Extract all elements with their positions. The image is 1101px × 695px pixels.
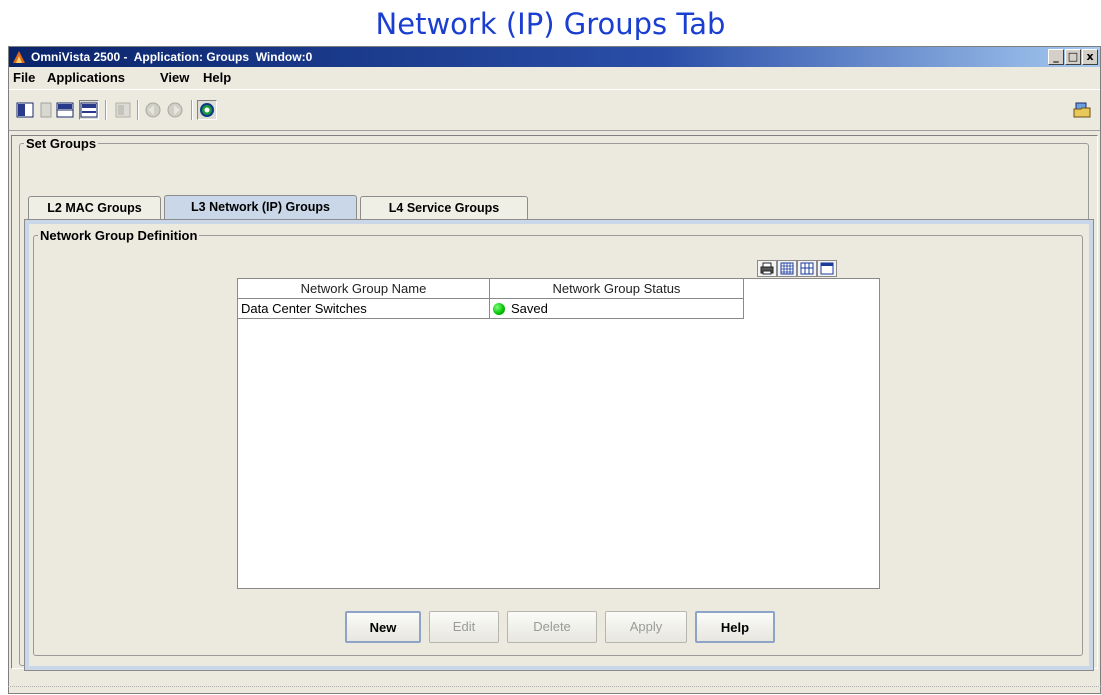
toolbar-separator: [137, 100, 139, 120]
panel-icon[interactable]: [36, 100, 56, 120]
open-folder-icon[interactable]: [1072, 100, 1092, 120]
columns-icon[interactable]: [797, 260, 817, 277]
print-icon[interactable]: [757, 260, 777, 277]
disabled-panel-icon[interactable]: [113, 100, 133, 120]
table-header-row: Network Group Name Network Group Status: [238, 279, 744, 299]
split-horizontal-alt-icon[interactable]: [79, 100, 99, 120]
grid-icon[interactable]: [777, 260, 797, 277]
tab-l2-mac-groups[interactable]: L2 MAC Groups: [28, 196, 161, 219]
back-arrow-icon[interactable]: [143, 100, 163, 120]
menu-applications[interactable]: Applications: [47, 70, 125, 85]
minimize-button[interactable]: _: [1048, 49, 1064, 65]
status-ok-icon: [493, 303, 505, 315]
toolbar-separator: [191, 100, 193, 120]
edit-button[interactable]: Edit: [429, 611, 499, 643]
network-group-definition-legend: Network Group Definition: [40, 228, 198, 243]
close-button[interactable]: x: [1082, 49, 1098, 65]
status-text: Saved: [511, 301, 548, 316]
network-groups-table: Network Group Name Network Group Status …: [237, 278, 880, 589]
menu-bar: File Applications View Help: [9, 67, 1100, 89]
toolbar: [9, 89, 1100, 131]
window-title: OmniVista 2500 - Application: Groups Win…: [31, 50, 313, 64]
tab-strip: L2 MAC Groups L3 Network (IP) Groups L4 …: [28, 195, 548, 220]
table-icon[interactable]: [817, 260, 837, 277]
refresh-icon[interactable]: [197, 100, 217, 120]
toolbar-separator: [105, 100, 107, 120]
cell-group-status[interactable]: Saved: [489, 298, 744, 319]
split-vertical-icon[interactable]: [15, 100, 35, 120]
tab-l3-network-ip-groups[interactable]: L3 Network (IP) Groups: [164, 195, 357, 220]
table-row[interactable]: Data Center Switches Saved: [238, 298, 744, 319]
network-groups-grid: Network Group Name Network Group Status …: [238, 279, 744, 319]
table-toolbar: [757, 260, 837, 278]
column-header-name[interactable]: Network Group Name: [238, 279, 490, 299]
split-horizontal-icon[interactable]: [55, 100, 75, 120]
cell-group-name[interactable]: Data Center Switches: [238, 298, 490, 319]
apply-button[interactable]: Apply: [605, 611, 687, 643]
help-button[interactable]: Help: [695, 611, 775, 643]
window-controls: _ □ x: [1048, 49, 1098, 65]
menu-view[interactable]: View: [160, 70, 189, 85]
forward-arrow-icon[interactable]: [165, 100, 185, 120]
omnivista-app-icon: [13, 51, 25, 63]
title-bar[interactable]: OmniVista 2500 - Application: Groups Win…: [9, 47, 1100, 67]
delete-button[interactable]: Delete: [507, 611, 597, 643]
slide-title: Network (IP) Groups Tab: [375, 7, 726, 41]
set-groups-legend: Set Groups: [26, 136, 97, 151]
new-button[interactable]: New: [345, 611, 421, 643]
menu-file[interactable]: File: [13, 70, 35, 85]
column-header-status[interactable]: Network Group Status: [489, 279, 744, 299]
action-buttons: New Edit Delete Apply Help: [0, 611, 1101, 645]
tab-l4-service-groups[interactable]: L4 Service Groups: [360, 196, 528, 219]
menu-help[interactable]: Help: [203, 70, 231, 85]
maximize-button[interactable]: □: [1065, 49, 1081, 65]
